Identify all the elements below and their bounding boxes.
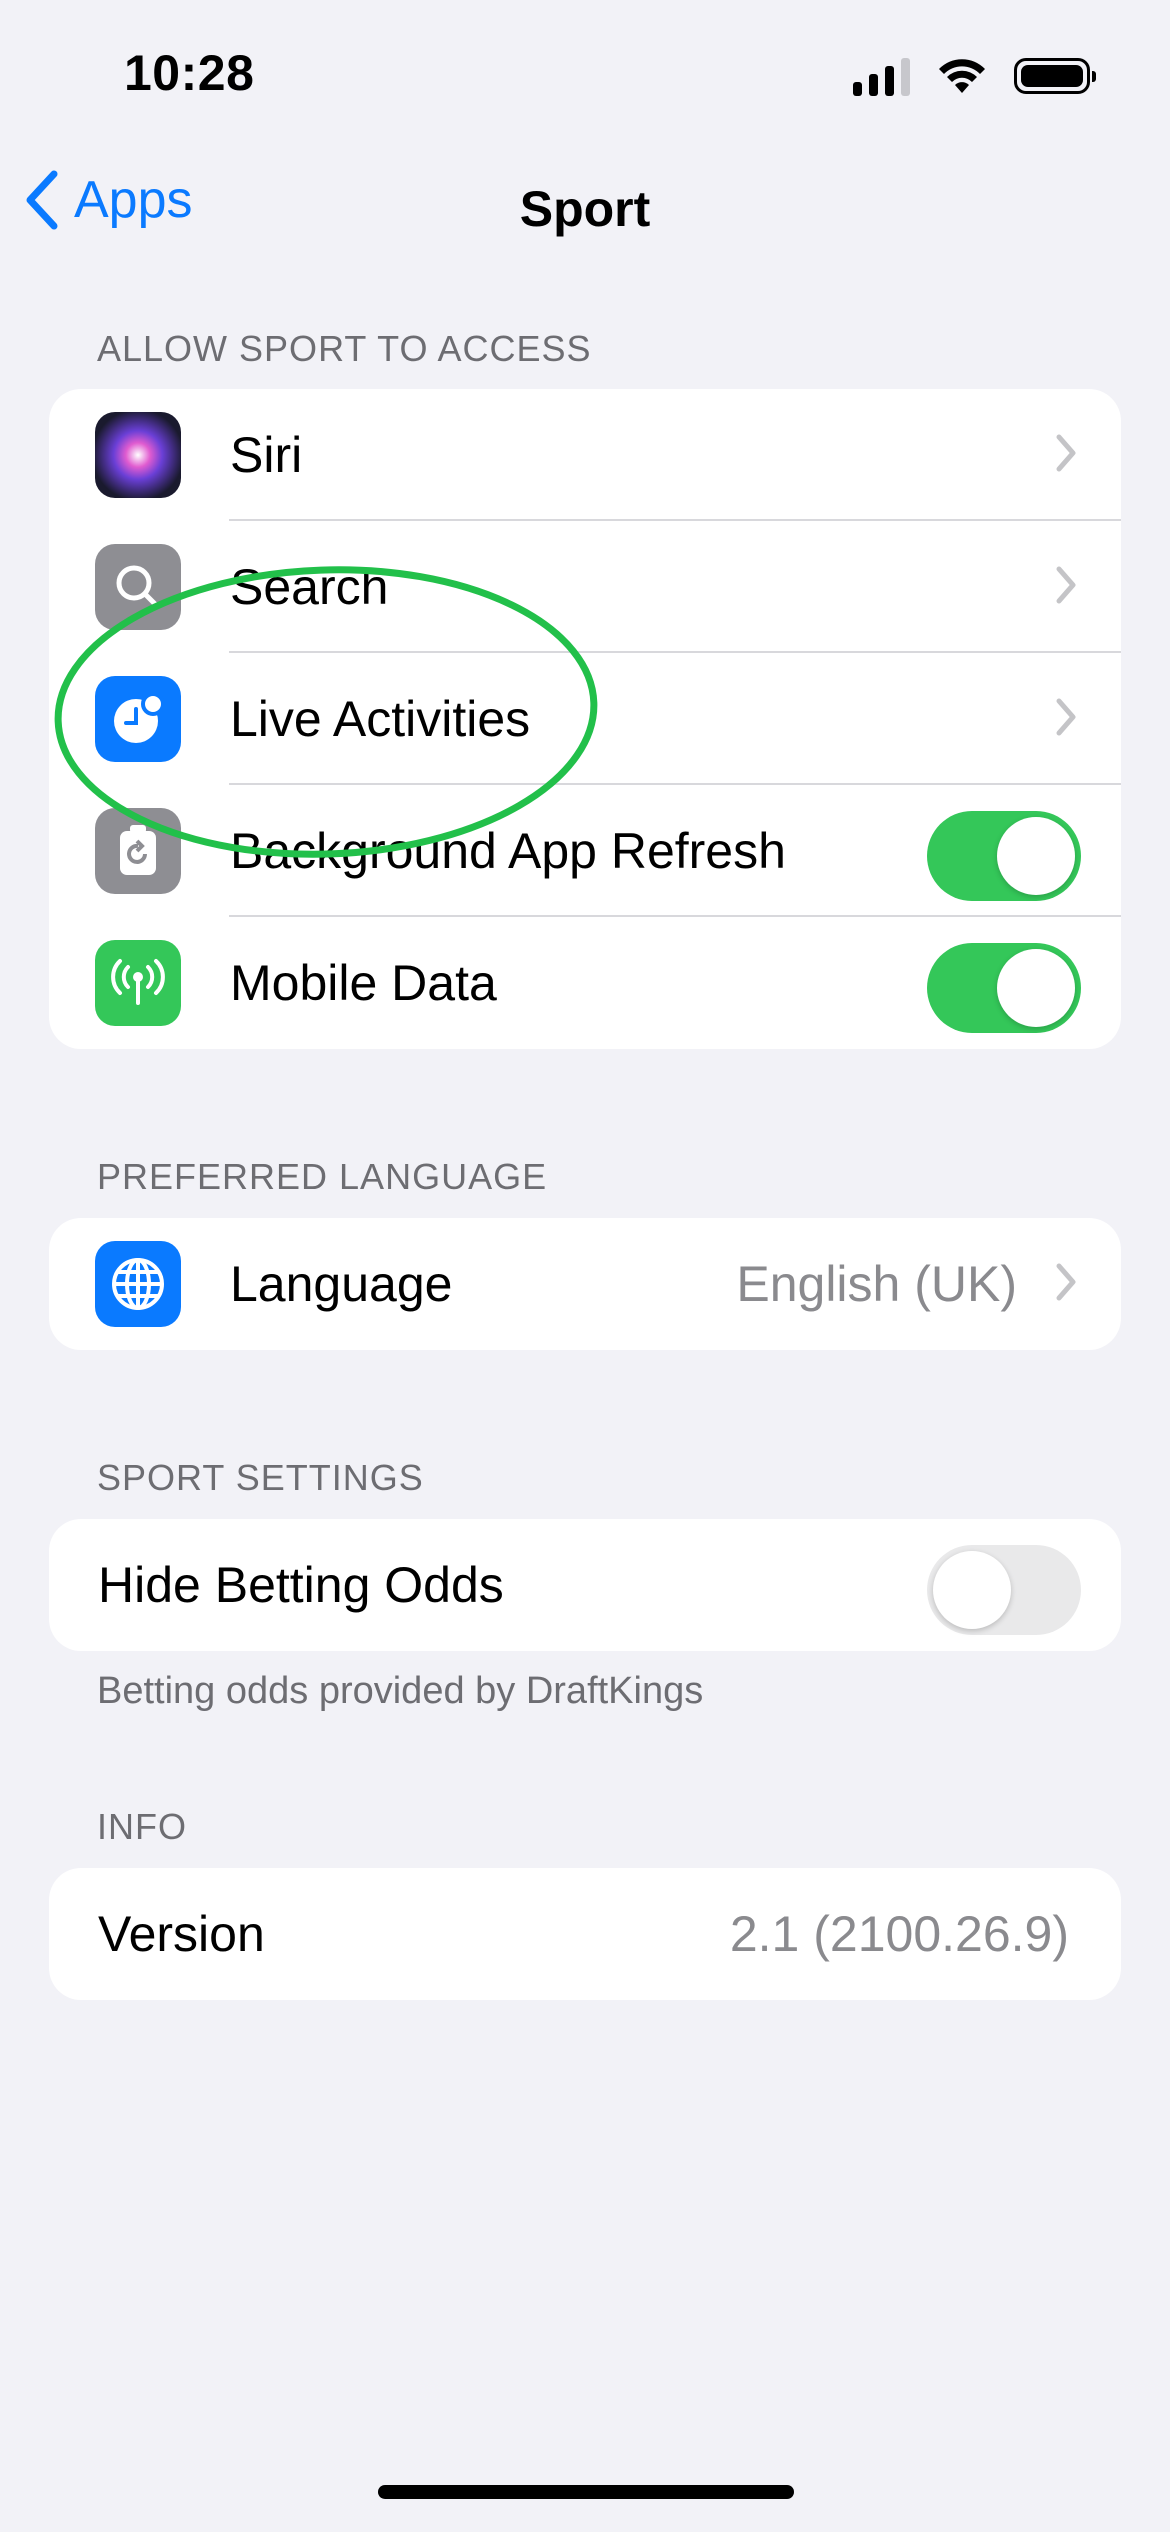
section-header-info: INFO [97, 1806, 187, 1847]
chevron-right-icon [1056, 698, 1076, 736]
status-bar: 10:28 [0, 0, 1170, 150]
hide-betting-odds-row: Hide Betting Odds [49, 1519, 1121, 1651]
navigation-bar: Apps Sport [0, 170, 1170, 250]
hide-betting-odds-label: Hide Betting Odds [98, 1557, 504, 1613]
mobile-data-label: Mobile Data [230, 955, 497, 1011]
version-label: Version [98, 1906, 265, 1962]
info-group: Version 2.1 (2100.26.9) [49, 1868, 1121, 2000]
siri-label: Siri [230, 427, 303, 483]
search-label: Search [230, 559, 389, 615]
home-indicator[interactable] [378, 2485, 794, 2499]
sport-settings-group: Hide Betting Odds [49, 1519, 1121, 1651]
language-label: Language [230, 1256, 453, 1312]
language-group: Language English (UK) [49, 1218, 1121, 1350]
betting-odds-footnote: Betting odds provided by DraftKings [97, 1670, 704, 1712]
siri-icon [95, 412, 181, 498]
hide-betting-odds-toggle[interactable] [927, 1545, 1081, 1635]
section-header-access: ALLOW SPORT TO ACCESS [97, 328, 592, 369]
background-app-refresh-label: Background App Refresh [230, 823, 786, 879]
search-icon [95, 544, 181, 630]
search-row[interactable]: Search [49, 521, 1121, 653]
mobile-data-row: Mobile Data [49, 917, 1121, 1049]
section-header-sport-settings: SPORT SETTINGS [97, 1457, 424, 1498]
status-icons [853, 56, 1096, 96]
access-group: Siri Search Live Activities Background A… [49, 389, 1121, 1049]
wifi-icon [939, 59, 985, 93]
live-activities-label: Live Activities [230, 691, 531, 747]
globe-icon [95, 1241, 181, 1327]
page-title: Sport [519, 181, 651, 237]
language-row[interactable]: Language English (UK) [49, 1218, 1121, 1350]
chevron-right-icon [1056, 434, 1076, 472]
live-activities-row[interactable]: Live Activities [49, 653, 1121, 785]
mobile-data-toggle[interactable] [927, 943, 1081, 1033]
live-activities-icon [95, 676, 181, 762]
battery-icon [1014, 58, 1096, 94]
status-time: 10:28 [124, 45, 255, 101]
cellular-signal-icon [853, 56, 910, 96]
siri-row[interactable]: Siri [49, 389, 1121, 521]
background-app-refresh-toggle[interactable] [927, 811, 1081, 901]
antenna-icon [95, 940, 181, 1026]
background-refresh-icon [95, 808, 181, 894]
language-value: English (UK) [736, 1256, 1017, 1312]
chevron-right-icon [1056, 566, 1076, 604]
section-header-language: PREFERRED LANGUAGE [97, 1156, 548, 1197]
version-value: 2.1 (2100.26.9) [729, 1906, 1069, 1962]
chevron-right-icon [1056, 1263, 1076, 1301]
version-row: Version 2.1 (2100.26.9) [49, 1868, 1121, 2000]
background-app-refresh-row: Background App Refresh [49, 785, 1121, 917]
